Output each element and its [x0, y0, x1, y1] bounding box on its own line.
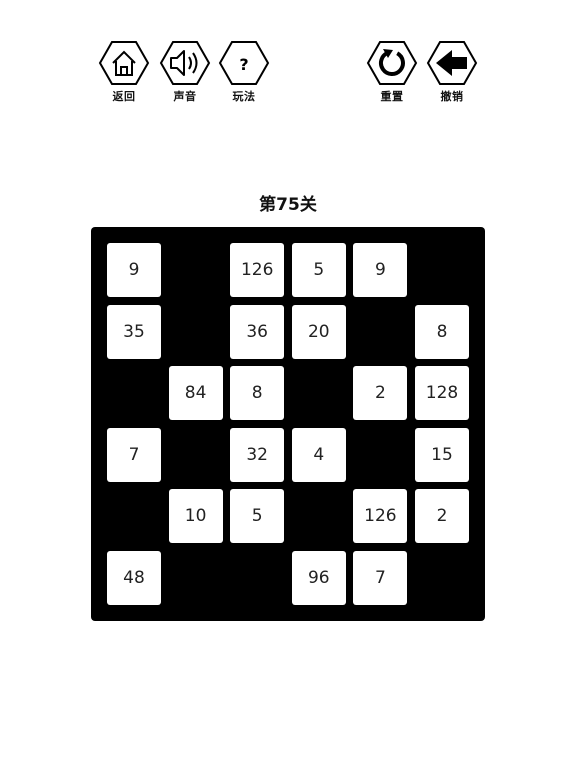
number-tile[interactable]: 5 [291, 243, 346, 297]
speaker-icon [159, 41, 211, 85]
number-tile[interactable]: 96 [291, 551, 346, 605]
help-label: 玩法 [232, 90, 256, 103]
number-tile[interactable]: 126 [230, 243, 285, 297]
arrow-left-icon [426, 41, 478, 85]
number-tile[interactable]: 36 [230, 304, 285, 359]
number-tile[interactable]: 9 [353, 243, 408, 297]
number-tile[interactable]: 10 [168, 489, 223, 544]
back-label: 返回 [112, 90, 136, 103]
game-board: 9 126 5 9 35 36 20 8 84 8 2 128 7 32 4 15 10 5 126 2 48 96 7 [91, 227, 485, 621]
number-tile[interactable]: 48 [107, 551, 161, 605]
reset-button[interactable]: 重置 [365, 40, 419, 104]
number-tile[interactable]: 2 [353, 366, 408, 421]
level-title: 第75关 [259, 195, 317, 215]
number-tile[interactable]: 15 [415, 427, 469, 482]
number-tile[interactable]: 128 [415, 366, 469, 421]
number-tile[interactable]: 4 [291, 427, 346, 482]
number-tile[interactable]: 8 [230, 366, 285, 421]
undo-label: 撤销 [440, 90, 464, 103]
refresh-icon [366, 41, 418, 85]
number-tile[interactable]: 7 [107, 427, 161, 482]
number-tile[interactable]: 126 [353, 489, 408, 544]
back-button[interactable]: 返回 [97, 40, 151, 104]
undo-button[interactable]: 撤销 [425, 40, 479, 104]
sound-button[interactable]: 声音 [158, 40, 212, 104]
question-icon: ? [218, 41, 270, 85]
reset-label: 重置 [380, 90, 404, 103]
help-glyph: ? [239, 55, 248, 74]
number-tile[interactable]: 84 [168, 366, 223, 421]
number-tile[interactable]: 7 [353, 551, 408, 605]
home-icon [98, 41, 150, 85]
number-tile[interactable]: 20 [291, 304, 346, 359]
number-tile[interactable]: 2 [415, 489, 469, 544]
number-tile[interactable]: 8 [415, 304, 469, 359]
number-tile[interactable]: 32 [230, 427, 285, 482]
number-tile[interactable]: 9 [107, 243, 161, 297]
number-tile[interactable]: 5 [230, 489, 285, 544]
number-tile[interactable]: 35 [107, 304, 161, 359]
sound-label: 声音 [173, 90, 197, 103]
help-button[interactable]: ? 玩法 [217, 40, 271, 104]
